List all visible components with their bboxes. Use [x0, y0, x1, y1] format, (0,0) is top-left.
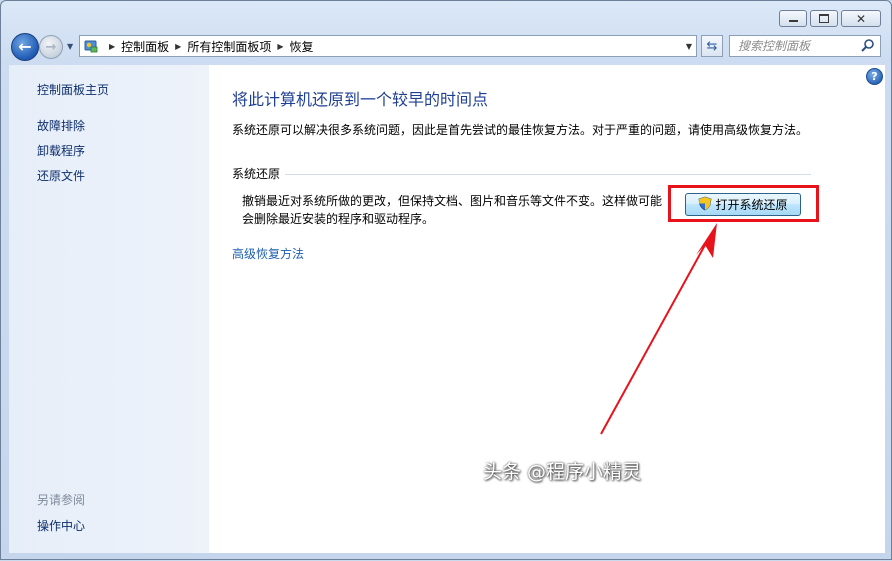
annotation-arrowhead	[696, 223, 717, 258]
annotation-arrow	[600, 223, 717, 435]
control-panel-window: ✕ ← → ▼ ▶ 控制面板 ▶ 所有控制面板项 ▶ 恢复 ▼ ⇆ 控制面板主	[0, 0, 892, 560]
watermark-text: 头条 @程序小精灵	[483, 461, 642, 483]
